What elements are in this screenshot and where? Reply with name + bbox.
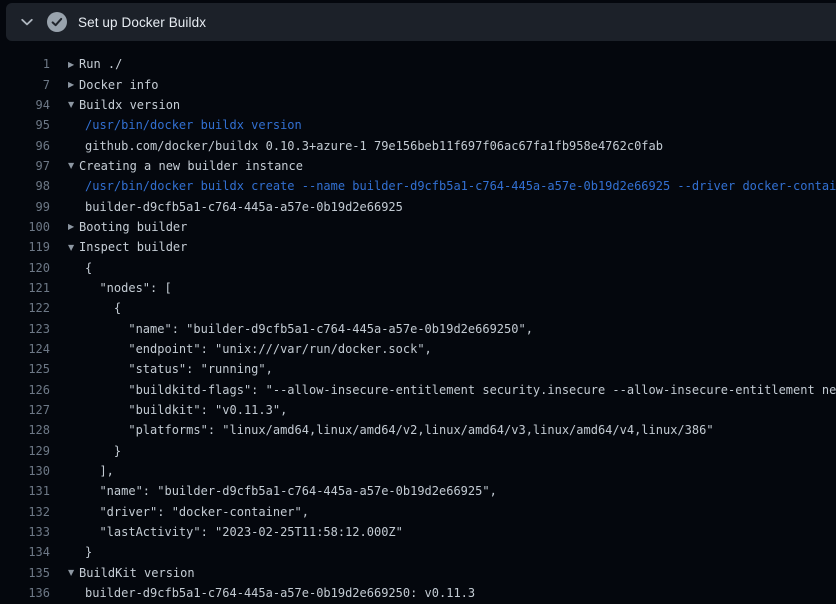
- output-text: "buildkitd-flags": "--allow-insecure-ent…: [68, 383, 836, 397]
- triangle-right-icon[interactable]: ▶: [68, 80, 79, 89]
- chevron-down-icon[interactable]: [19, 14, 35, 30]
- log-line: 125 "status": "running",: [0, 359, 836, 379]
- output-text: {: [68, 301, 121, 315]
- group-title: Inspect builder: [79, 240, 187, 254]
- log-line: 120 {: [0, 257, 836, 277]
- step-title: Set up Docker Buildx: [78, 15, 206, 30]
- output-text: "platforms": "linux/amd64,linux/amd64/v2…: [68, 423, 714, 437]
- line-number[interactable]: 135: [0, 566, 50, 580]
- log-line: 128 "platforms": "linux/amd64,linux/amd6…: [0, 420, 836, 440]
- log-line: 127 "buildkit": "v0.11.3",: [0, 400, 836, 420]
- log-group-line[interactable]: 7 ▶Docker info: [0, 74, 836, 94]
- log-line: 134}: [0, 542, 836, 562]
- log-group-line[interactable]: 100 ▶Booting builder: [0, 217, 836, 237]
- line-number[interactable]: 133: [0, 525, 50, 539]
- output-text: "driver": "docker-container",: [68, 505, 309, 519]
- line-number[interactable]: 122: [0, 301, 50, 315]
- log-line: 133 "lastActivity": "2023-02-25T11:58:12…: [0, 522, 836, 542]
- triangle-down-icon[interactable]: ▼: [68, 243, 79, 252]
- actions-log-viewer: Set up Docker Buildx 1▶Run ./7▶Docker in…: [0, 0, 836, 604]
- log-line: 131 "name": "builder-d9cfb5a1-c764-445a-…: [0, 481, 836, 501]
- group-title: BuildKit version: [79, 566, 195, 580]
- line-number[interactable]: 1: [0, 57, 50, 71]
- output-text: ],: [68, 464, 114, 478]
- line-number[interactable]: 128: [0, 423, 50, 437]
- output-text: "buildkit": "v0.11.3",: [68, 403, 287, 417]
- line-number[interactable]: 132: [0, 505, 50, 519]
- command-text: /usr/bin/docker buildx create --name bui…: [68, 179, 836, 193]
- output-text: builder-d9cfb5a1-c764-445a-a57e-0b19d2e6…: [68, 200, 403, 214]
- log-line: 124 "endpoint": "unix:///var/run/docker.…: [0, 339, 836, 359]
- line-number[interactable]: 130: [0, 464, 50, 478]
- log-line: 132 "driver": "docker-container",: [0, 502, 836, 522]
- log-line: 121 "nodes": [: [0, 278, 836, 298]
- line-number[interactable]: 125: [0, 362, 50, 376]
- log-line: 129 }: [0, 441, 836, 461]
- log-group-line[interactable]: 1 ▶Run ./: [0, 54, 836, 74]
- output-text: {: [68, 261, 92, 275]
- log-line: 123 "name": "builder-d9cfb5a1-c764-445a-…: [0, 318, 836, 338]
- output-text: builder-d9cfb5a1-c764-445a-a57e-0b19d2e6…: [68, 586, 475, 600]
- triangle-down-icon[interactable]: ▼: [68, 100, 79, 109]
- log-group-line[interactable]: 119 ▼Inspect builder: [0, 237, 836, 257]
- output-text: "name": "builder-d9cfb5a1-c764-445a-a57e…: [68, 484, 497, 498]
- line-number[interactable]: 98: [0, 179, 50, 193]
- log-line: 99 builder-d9cfb5a1-c764-445a-a57e-0b19d2…: [0, 196, 836, 216]
- log-line: 130 ],: [0, 461, 836, 481]
- log-area: 1▶Run ./7▶Docker info94▼Buildx version95…: [0, 54, 836, 603]
- check-circle-icon: [47, 12, 67, 32]
- triangle-right-icon[interactable]: ▶: [68, 222, 79, 231]
- line-number[interactable]: 119: [0, 240, 50, 254]
- line-number[interactable]: 121: [0, 281, 50, 295]
- output-text: "nodes": [: [68, 281, 172, 295]
- log-line: 95/usr/bin/docker buildx version: [0, 115, 836, 135]
- output-text: "endpoint": "unix:///var/run/docker.sock…: [68, 342, 432, 356]
- line-number[interactable]: 134: [0, 545, 50, 559]
- line-number[interactable]: 7: [0, 78, 50, 92]
- output-text: "status": "running",: [68, 362, 273, 376]
- output-text: github.com/docker/buildx 0.10.3+azure-1 …: [68, 139, 663, 153]
- triangle-down-icon[interactable]: ▼: [68, 568, 79, 577]
- line-number[interactable]: 126: [0, 383, 50, 397]
- line-number[interactable]: 124: [0, 342, 50, 356]
- line-number[interactable]: 97: [0, 159, 50, 173]
- command-text: /usr/bin/docker buildx version: [68, 118, 302, 132]
- line-number[interactable]: 123: [0, 322, 50, 336]
- line-number[interactable]: 94: [0, 98, 50, 112]
- line-number[interactable]: 96: [0, 139, 50, 153]
- line-number[interactable]: 136: [0, 586, 50, 600]
- line-number[interactable]: 131: [0, 484, 50, 498]
- log-line: 122 {: [0, 298, 836, 318]
- line-number[interactable]: 127: [0, 403, 50, 417]
- output-text: "lastActivity": "2023-02-25T11:58:12.000…: [68, 525, 403, 539]
- line-number[interactable]: 99: [0, 200, 50, 214]
- line-number[interactable]: 129: [0, 444, 50, 458]
- log-group-line[interactable]: 94 ▼Buildx version: [0, 95, 836, 115]
- line-number[interactable]: 95: [0, 118, 50, 132]
- triangle-down-icon[interactable]: ▼: [68, 161, 79, 170]
- log-group-line[interactable]: 97 ▼Creating a new builder instance: [0, 156, 836, 176]
- line-number[interactable]: 100: [0, 220, 50, 234]
- log-line: 126 "buildkitd-flags": "--allow-insecure…: [0, 380, 836, 400]
- output-text: "name": "builder-d9cfb5a1-c764-445a-a57e…: [68, 322, 533, 336]
- group-title: Run ./: [79, 57, 122, 71]
- group-title: Booting builder: [79, 220, 187, 234]
- triangle-right-icon[interactable]: ▶: [68, 60, 79, 69]
- step-header[interactable]: Set up Docker Buildx: [6, 3, 836, 41]
- log-line: 96 github.com/docker/buildx 0.10.3+azure-…: [0, 135, 836, 155]
- group-title: Buildx version: [79, 98, 180, 112]
- log-group-line[interactable]: 135 ▼BuildKit version: [0, 563, 836, 583]
- log-line: 98/usr/bin/docker buildx create --name b…: [0, 176, 836, 196]
- output-text: }: [68, 545, 92, 559]
- group-title: Creating a new builder instance: [79, 159, 303, 173]
- log-line: 136 builder-d9cfb5a1-c764-445a-a57e-0b19d…: [0, 583, 836, 603]
- group-title: Docker info: [79, 78, 158, 92]
- line-number[interactable]: 120: [0, 261, 50, 275]
- output-text: }: [68, 444, 121, 458]
